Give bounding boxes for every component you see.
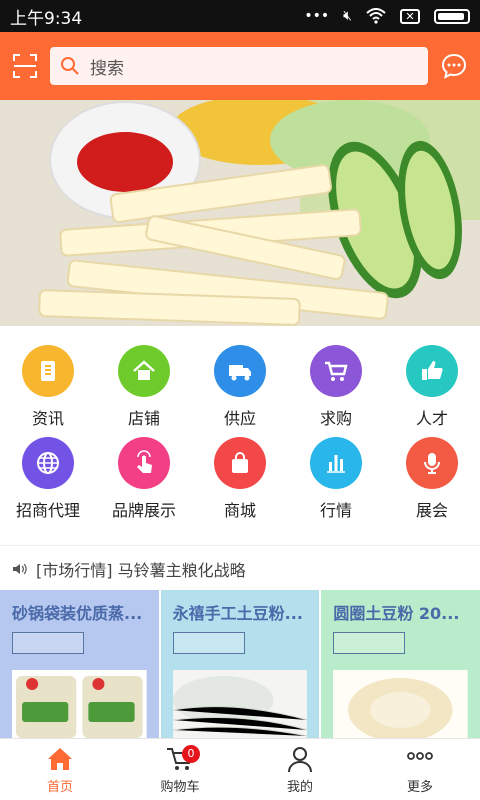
product-tag-box xyxy=(12,632,84,654)
bar-chart-icon xyxy=(310,437,362,489)
product-image xyxy=(333,670,469,738)
globe-icon xyxy=(22,437,74,489)
user-icon xyxy=(288,747,312,773)
category-market[interactable]: 行情 xyxy=(288,437,384,529)
message-icon[interactable] xyxy=(440,52,468,80)
category-expo[interactable]: 展会 xyxy=(384,437,480,529)
thumbs-up-icon xyxy=(406,345,458,397)
category-row: 招商代理 品牌展示 商城 行情 展会 xyxy=(0,437,480,529)
product-image xyxy=(172,670,308,738)
category-label: 商城 xyxy=(223,501,256,520)
search-icon xyxy=(61,57,79,75)
top-header: 搜索 xyxy=(0,32,480,100)
category-label: 招商代理 xyxy=(15,501,80,520)
more-icon xyxy=(407,752,433,760)
microphone-icon xyxy=(406,437,458,489)
product-cards: 砂锅袋装优质蒸... 永禧手工土豆粉... 圆圈土豆粉 20... xyxy=(0,590,480,738)
document-icon xyxy=(22,345,74,397)
category-label: 品牌展示 xyxy=(111,501,176,520)
scan-icon[interactable] xyxy=(12,53,38,79)
category-row: 资讯 店铺 供应 求购 人才 xyxy=(0,345,480,437)
more-dots-icon: ••• xyxy=(304,8,330,24)
speaker-icon xyxy=(13,563,27,575)
status-time: 上午9:34 xyxy=(10,8,83,29)
home-icon xyxy=(48,748,72,770)
category-shop[interactable]: 店铺 xyxy=(96,345,192,437)
category-brand[interactable]: 品牌展示 xyxy=(96,437,192,529)
mute-icon: 🔇︎ xyxy=(343,8,352,24)
category-supply[interactable]: 供应 xyxy=(192,345,288,437)
tab-label: 购物车 xyxy=(160,780,200,795)
category-agency[interactable]: 招商代理 xyxy=(0,437,96,529)
category-mall[interactable]: 商城 xyxy=(192,437,288,529)
tap-icon xyxy=(118,437,170,489)
product-title: 永禧手工土豆粉... xyxy=(172,604,303,623)
product-card[interactable]: 砂锅袋装优质蒸... xyxy=(0,590,159,738)
category-label: 供应 xyxy=(223,409,256,428)
product-tag-box xyxy=(172,632,245,654)
category-label: 行情 xyxy=(319,501,352,520)
home-icon xyxy=(118,345,170,397)
status-bar: 上午9:34 ••• 🔇︎ ✕ xyxy=(0,0,480,32)
news-headline: [市场行情] 马铃薯主粮化战略 xyxy=(36,561,246,580)
category-grid: 资讯 店铺 供应 求购 人才 招商代理 品牌展示 商城 行情 展会 xyxy=(0,345,480,529)
status-icons: ••• 🔇︎ ✕ xyxy=(304,8,470,24)
product-title: 圆圈土豆粉 20... xyxy=(333,604,460,623)
tab-label: 首页 xyxy=(46,780,73,795)
tab-mine[interactable]: 我的 xyxy=(240,739,360,800)
bag-icon xyxy=(214,437,266,489)
category-label: 求购 xyxy=(319,409,352,428)
cart-count-badge: 0 xyxy=(182,745,200,763)
category-label: 资讯 xyxy=(31,409,64,428)
tab-home[interactable]: 首页 xyxy=(0,739,120,800)
truck-icon xyxy=(214,345,266,397)
category-label: 店铺 xyxy=(127,409,160,428)
category-buy[interactable]: 求购 xyxy=(288,345,384,437)
tab-label: 我的 xyxy=(286,780,313,795)
product-title: 砂锅袋装优质蒸... xyxy=(12,604,143,623)
news-ticker[interactable]: [市场行情] 马铃薯主粮化战略 xyxy=(0,552,480,586)
bottom-tab-bar: 首页 0 购物车 我的 更多 xyxy=(0,738,480,800)
banner-image[interactable] xyxy=(0,100,480,326)
no-sim-icon: ✕ xyxy=(400,8,420,24)
category-label: 展会 xyxy=(415,501,448,520)
product-image xyxy=(12,670,147,738)
product-card[interactable]: 圆圈土豆粉 20... xyxy=(321,590,480,738)
wifi-icon xyxy=(366,8,386,24)
battery-icon xyxy=(434,8,470,24)
product-tag-box xyxy=(333,632,406,654)
search-input[interactable]: 搜索 xyxy=(50,47,428,85)
cart-icon xyxy=(310,345,362,397)
category-talent[interactable]: 人才 xyxy=(384,345,480,437)
tab-more[interactable]: 更多 xyxy=(360,739,480,800)
section-divider xyxy=(0,545,480,546)
tab-cart[interactable]: 0 购物车 xyxy=(120,739,240,800)
category-news[interactable]: 资讯 xyxy=(0,345,96,437)
search-placeholder: 搜索 xyxy=(90,58,124,79)
category-label: 人才 xyxy=(415,409,448,428)
tab-label: 更多 xyxy=(406,780,433,795)
product-card[interactable]: 永禧手工土豆粉... xyxy=(160,590,320,738)
